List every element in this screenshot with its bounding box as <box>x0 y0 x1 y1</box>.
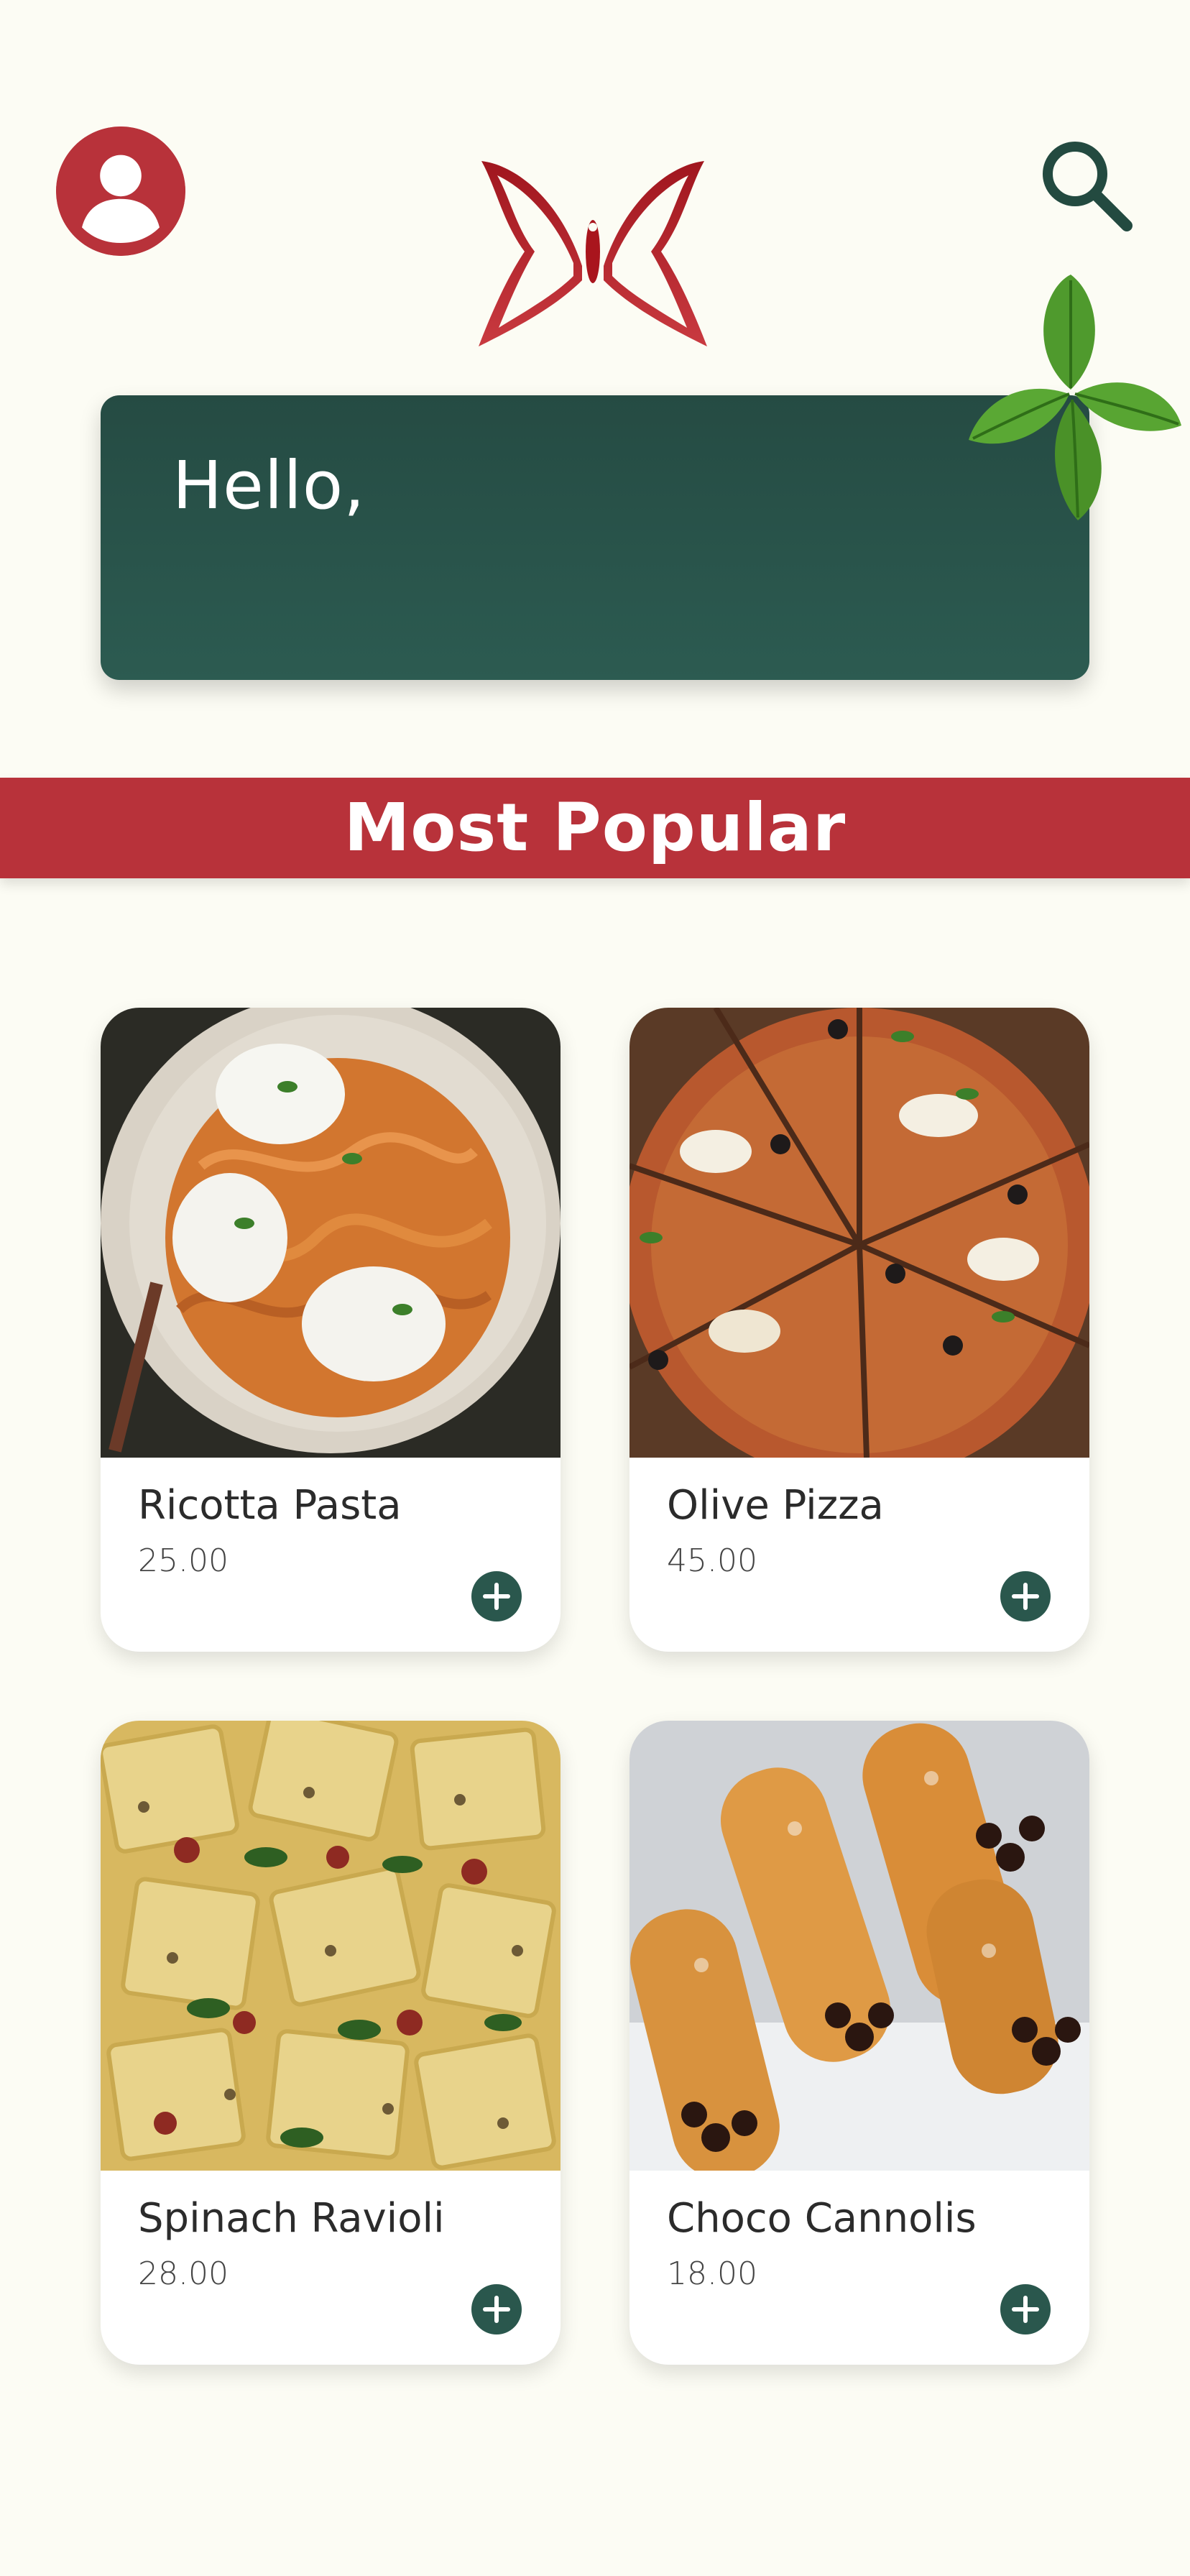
product-card-spinach-ravioli[interactable]: Spinach Ravioli 28.00 <box>101 1721 561 2365</box>
product-image <box>629 1721 1089 2171</box>
product-price: 25.00 <box>138 1542 229 1579</box>
product-card-ricotta-pasta[interactable]: Ricotta Pasta 25.00 <box>101 1008 561 1652</box>
section-title: Most Popular <box>343 789 847 866</box>
product-price: 28.00 <box>138 2255 229 2292</box>
product-price: 18.00 <box>667 2255 757 2292</box>
add-to-cart-button[interactable] <box>1000 2284 1051 2334</box>
product-name: Olive Pizza <box>667 1482 884 1529</box>
mint-leaf-icon <box>969 275 1181 520</box>
plus-circle-icon <box>471 2284 522 2334</box>
pizza-photo-icon <box>629 1008 1089 1458</box>
greeting-card: Hello, <box>101 395 1089 680</box>
product-image <box>101 1721 561 2171</box>
brand-logo <box>474 158 711 354</box>
plus-circle-icon <box>471 1571 522 1622</box>
search-icon <box>1043 142 1133 231</box>
greeting-text: Hello, <box>172 447 366 524</box>
product-name: Spinach Ravioli <box>138 2195 445 2242</box>
product-price: 45.00 <box>667 1542 757 1579</box>
add-to-cart-button[interactable] <box>471 2284 522 2334</box>
butterfly-logo-icon <box>479 161 707 346</box>
section-banner: Most Popular <box>0 778 1190 878</box>
ravioli-photo-icon <box>101 1721 561 2171</box>
search-button[interactable] <box>1035 134 1135 234</box>
product-image <box>629 1008 1089 1458</box>
cannoli-photo-icon <box>629 1721 1089 2171</box>
mint-leaves-decoration <box>963 267 1186 528</box>
product-image <box>101 1008 561 1458</box>
add-to-cart-button[interactable] <box>1000 1571 1051 1622</box>
profile-button[interactable] <box>56 126 185 256</box>
product-name: Choco Cannolis <box>667 2195 977 2242</box>
pasta-photo-icon <box>101 1008 561 1458</box>
product-card-olive-pizza[interactable]: Olive Pizza 45.00 <box>629 1008 1089 1652</box>
add-to-cart-button[interactable] <box>471 1571 522 1622</box>
product-name: Ricotta Pasta <box>138 1482 402 1529</box>
plus-circle-icon <box>1000 2284 1051 2334</box>
plus-circle-icon <box>1000 1571 1051 1622</box>
user-icon <box>56 126 185 256</box>
product-card-choco-cannolis[interactable]: Choco Cannolis 18.00 <box>629 1721 1089 2365</box>
